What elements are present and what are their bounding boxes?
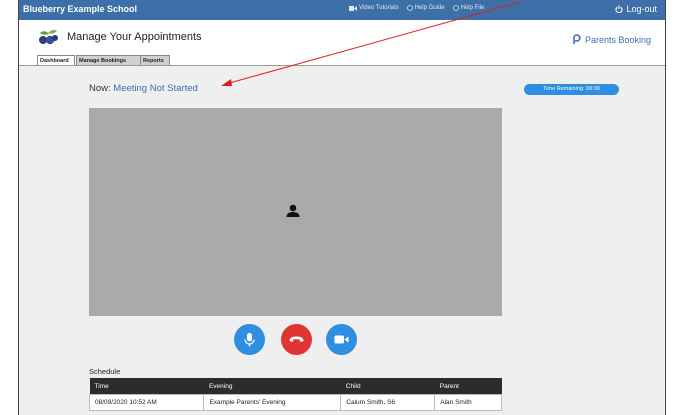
tab-reports[interactable]: Reports — [140, 55, 170, 65]
time-remaining-badge: Time Remaining: 00:00 — [524, 84, 619, 95]
logout-button[interactable]: Log-out — [615, 4, 657, 14]
parents-booking-logo: Parents Booking — [572, 34, 651, 45]
help-icon — [406, 5, 413, 11]
tab-manage-bookings[interactable]: Manage Bookings — [76, 55, 141, 65]
column-header: Time — [89, 378, 204, 395]
column-header: Evening — [203, 378, 341, 395]
camera-button[interactable] — [326, 324, 357, 355]
video-tutorials-link[interactable]: Video Tutorials — [349, 5, 399, 11]
phone-hangup-icon — [289, 336, 304, 342]
video-icon — [349, 5, 357, 11]
meeting-status: Now: Meeting Not Started — [89, 83, 198, 94]
status-label: Now: — [89, 83, 114, 94]
page-title: Manage Your Appointments — [67, 31, 202, 43]
parents-booking-icon — [573, 34, 581, 44]
status-value: Meeting Not Started — [113, 83, 198, 94]
cell-evening: Example Parents' Evening — [203, 394, 342, 411]
table-header-row: Time Evening Child Parent — [89, 378, 502, 395]
person-placeholder-icon — [286, 204, 300, 217]
schedule-heading: Schedule — [89, 367, 121, 376]
video-panel — [89, 108, 502, 316]
end-call-button[interactable] — [281, 324, 312, 355]
cell-time: 08/09/2020 10:52 AM — [88, 394, 205, 411]
help-guide-link[interactable]: Help Guide — [406, 5, 445, 11]
school-name: Blueberry Example School — [23, 4, 138, 14]
cell-parent: Alan Smith — [434, 394, 502, 411]
help-links: Video Tutorials Help Guide Help File — [349, 5, 484, 11]
microphone-icon — [244, 333, 255, 347]
app-window: Blueberry Example School Video Tutorials… — [18, 0, 666, 415]
power-icon — [615, 5, 624, 13]
top-bar: Blueberry Example School Video Tutorials… — [19, 0, 665, 20]
column-header: Child — [340, 378, 435, 395]
help-file-link[interactable]: Help File — [452, 5, 484, 11]
microphone-button[interactable] — [234, 324, 265, 355]
table-row[interactable]: 08/09/2020 10:52 AM Example Parents' Eve… — [88, 394, 502, 411]
blueberry-logo-icon — [39, 29, 58, 45]
cell-child: Calum Smith, S6 — [340, 394, 436, 411]
tab-bar: Dashboard Manage Bookings Reports — [19, 54, 665, 66]
schedule-table: Time Evening Child Parent 08/09/2020 10:… — [88, 378, 502, 411]
tab-dashboard[interactable]: Dashboard — [37, 55, 75, 65]
column-header: Parent — [434, 378, 502, 395]
help-icon — [452, 5, 459, 11]
page-header: Manage Your Appointments Parents Booking — [19, 20, 665, 54]
video-camera-icon — [334, 335, 349, 344]
